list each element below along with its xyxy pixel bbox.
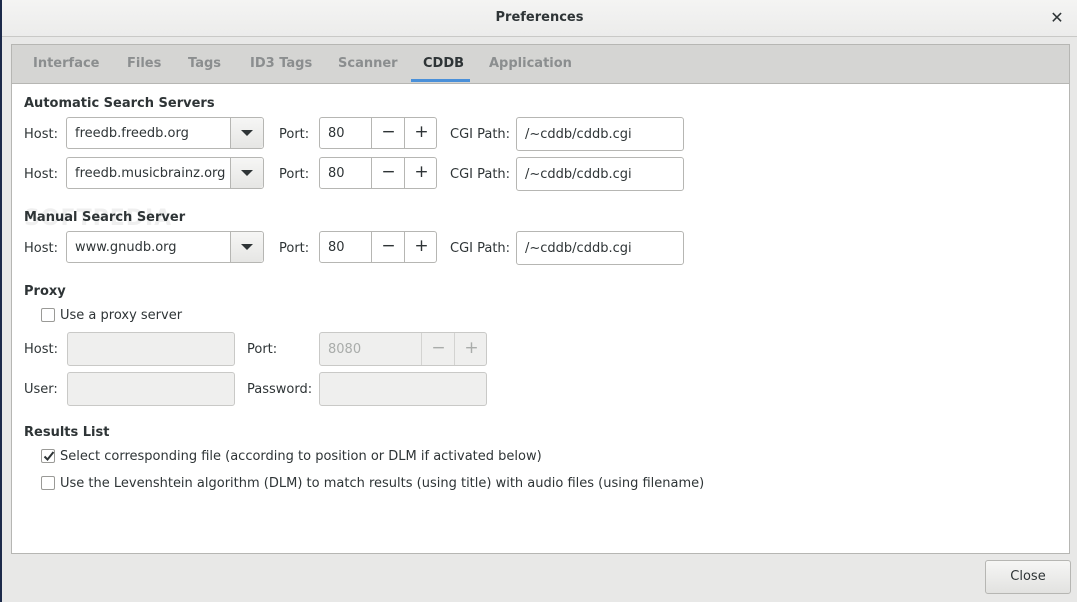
proxy-host-field[interactable] <box>67 332 235 366</box>
auto-port-spin-1[interactable]: 80 − + <box>319 117 437 149</box>
dropdown-button[interactable] <box>230 232 263 262</box>
use-proxy-checkbox[interactable] <box>41 308 55 322</box>
increment-button[interactable]: + <box>404 158 438 188</box>
titlebar: Preferences ✕ <box>2 0 1077 37</box>
tab-application[interactable]: Application <box>489 56 572 71</box>
host-label: Host: <box>24 167 58 182</box>
manual-port-spin[interactable]: 80 − + <box>319 231 437 263</box>
levenshtein-checkbox[interactable] <box>41 476 55 490</box>
close-icon[interactable]: ✕ <box>1047 8 1067 28</box>
port-label: Port: <box>279 127 310 142</box>
proxy-password-label: Password: <box>247 382 313 397</box>
increment-button[interactable]: + <box>454 333 488 365</box>
proxy-user-field[interactable] <box>67 372 235 406</box>
select-corresponding-label[interactable]: Select corresponding file (according to … <box>60 449 542 464</box>
tab-bar: Interface Files Tags ID3 Tags Scanner CD… <box>12 45 1069 84</box>
auto-host-combo-1[interactable]: freedb.freedb.org <box>66 117 264 149</box>
host-value: freedb.musicbrainz.org <box>75 166 226 181</box>
host-value: freedb.freedb.org <box>75 126 189 141</box>
automatic-servers-title: Automatic Search Servers <box>24 96 215 111</box>
window-title: Preferences <box>495 10 584 25</box>
dropdown-button[interactable] <box>230 158 263 188</box>
tab-id3-tags[interactable]: ID3 Tags <box>250 56 312 71</box>
cgi-path-label: CGI Path: <box>450 241 511 256</box>
chevron-down-icon <box>241 244 253 250</box>
preferences-window: Preferences ✕ Interface Files Tags ID3 T… <box>2 0 1077 602</box>
decrement-button[interactable]: − <box>421 333 455 365</box>
select-corresponding-checkbox[interactable] <box>41 449 55 463</box>
proxy-user-label: User: <box>24 382 58 397</box>
increment-button[interactable]: + <box>404 118 438 148</box>
cgi-path-value: /~cddb/cddb.cgi <box>525 241 632 256</box>
decrement-button[interactable]: − <box>371 118 405 148</box>
auto-host-combo-2[interactable]: freedb.musicbrainz.org <box>66 157 264 189</box>
cgi-path-value: /~cddb/cddb.cgi <box>525 127 632 142</box>
host-value: www.gnudb.org <box>75 240 177 255</box>
results-list-title: Results List <box>24 425 110 440</box>
cgi-path-label: CGI Path: <box>450 127 511 142</box>
tab-files[interactable]: Files <box>127 56 161 71</box>
proxy-host-label: Host: <box>24 342 58 357</box>
port-label: Port: <box>279 241 310 256</box>
chevron-down-icon <box>241 170 253 176</box>
use-proxy-label[interactable]: Use a proxy server <box>60 308 182 323</box>
tab-tags[interactable]: Tags <box>188 56 221 71</box>
tab-scanner[interactable]: Scanner <box>338 56 398 71</box>
host-label: Host: <box>24 241 58 256</box>
proxy-port-value: 8080 <box>328 342 362 357</box>
proxy-password-field[interactable] <box>319 372 487 406</box>
increment-button[interactable]: + <box>404 232 438 262</box>
proxy-port-label: Port: <box>247 342 278 357</box>
manual-host-combo[interactable]: www.gnudb.org <box>66 231 264 263</box>
auto-cgi-path-field-1[interactable]: /~cddb/cddb.cgi <box>516 117 684 151</box>
check-icon <box>43 451 55 461</box>
proxy-port-spin[interactable]: 8080 − + <box>319 332 487 366</box>
port-value: 80 <box>328 240 345 255</box>
close-button[interactable]: Close <box>985 560 1071 594</box>
tab-cddb[interactable]: CDDB <box>423 56 464 71</box>
cgi-path-value: /~cddb/cddb.cgi <box>525 167 632 182</box>
levenshtein-label[interactable]: Use the Levenshtein algorithm (DLM) to m… <box>60 476 704 491</box>
decrement-button[interactable]: − <box>371 232 405 262</box>
port-label: Port: <box>279 167 310 182</box>
active-tab-indicator <box>411 79 470 82</box>
auto-port-spin-2[interactable]: 80 − + <box>319 157 437 189</box>
host-label: Host: <box>24 127 58 142</box>
dropdown-button[interactable] <box>230 118 263 148</box>
port-value: 80 <box>328 166 345 181</box>
manual-cgi-path-field[interactable]: /~cddb/cddb.cgi <box>516 231 684 265</box>
proxy-title: Proxy <box>24 284 66 299</box>
port-value: 80 <box>328 126 345 141</box>
cgi-path-label: CGI Path: <box>450 167 511 182</box>
auto-cgi-path-field-2[interactable]: /~cddb/cddb.cgi <box>516 157 684 191</box>
manual-server-title: Manual Search Server <box>24 210 186 225</box>
decrement-button[interactable]: − <box>371 158 405 188</box>
chevron-down-icon <box>241 130 253 136</box>
tab-interface[interactable]: Interface <box>33 56 100 71</box>
